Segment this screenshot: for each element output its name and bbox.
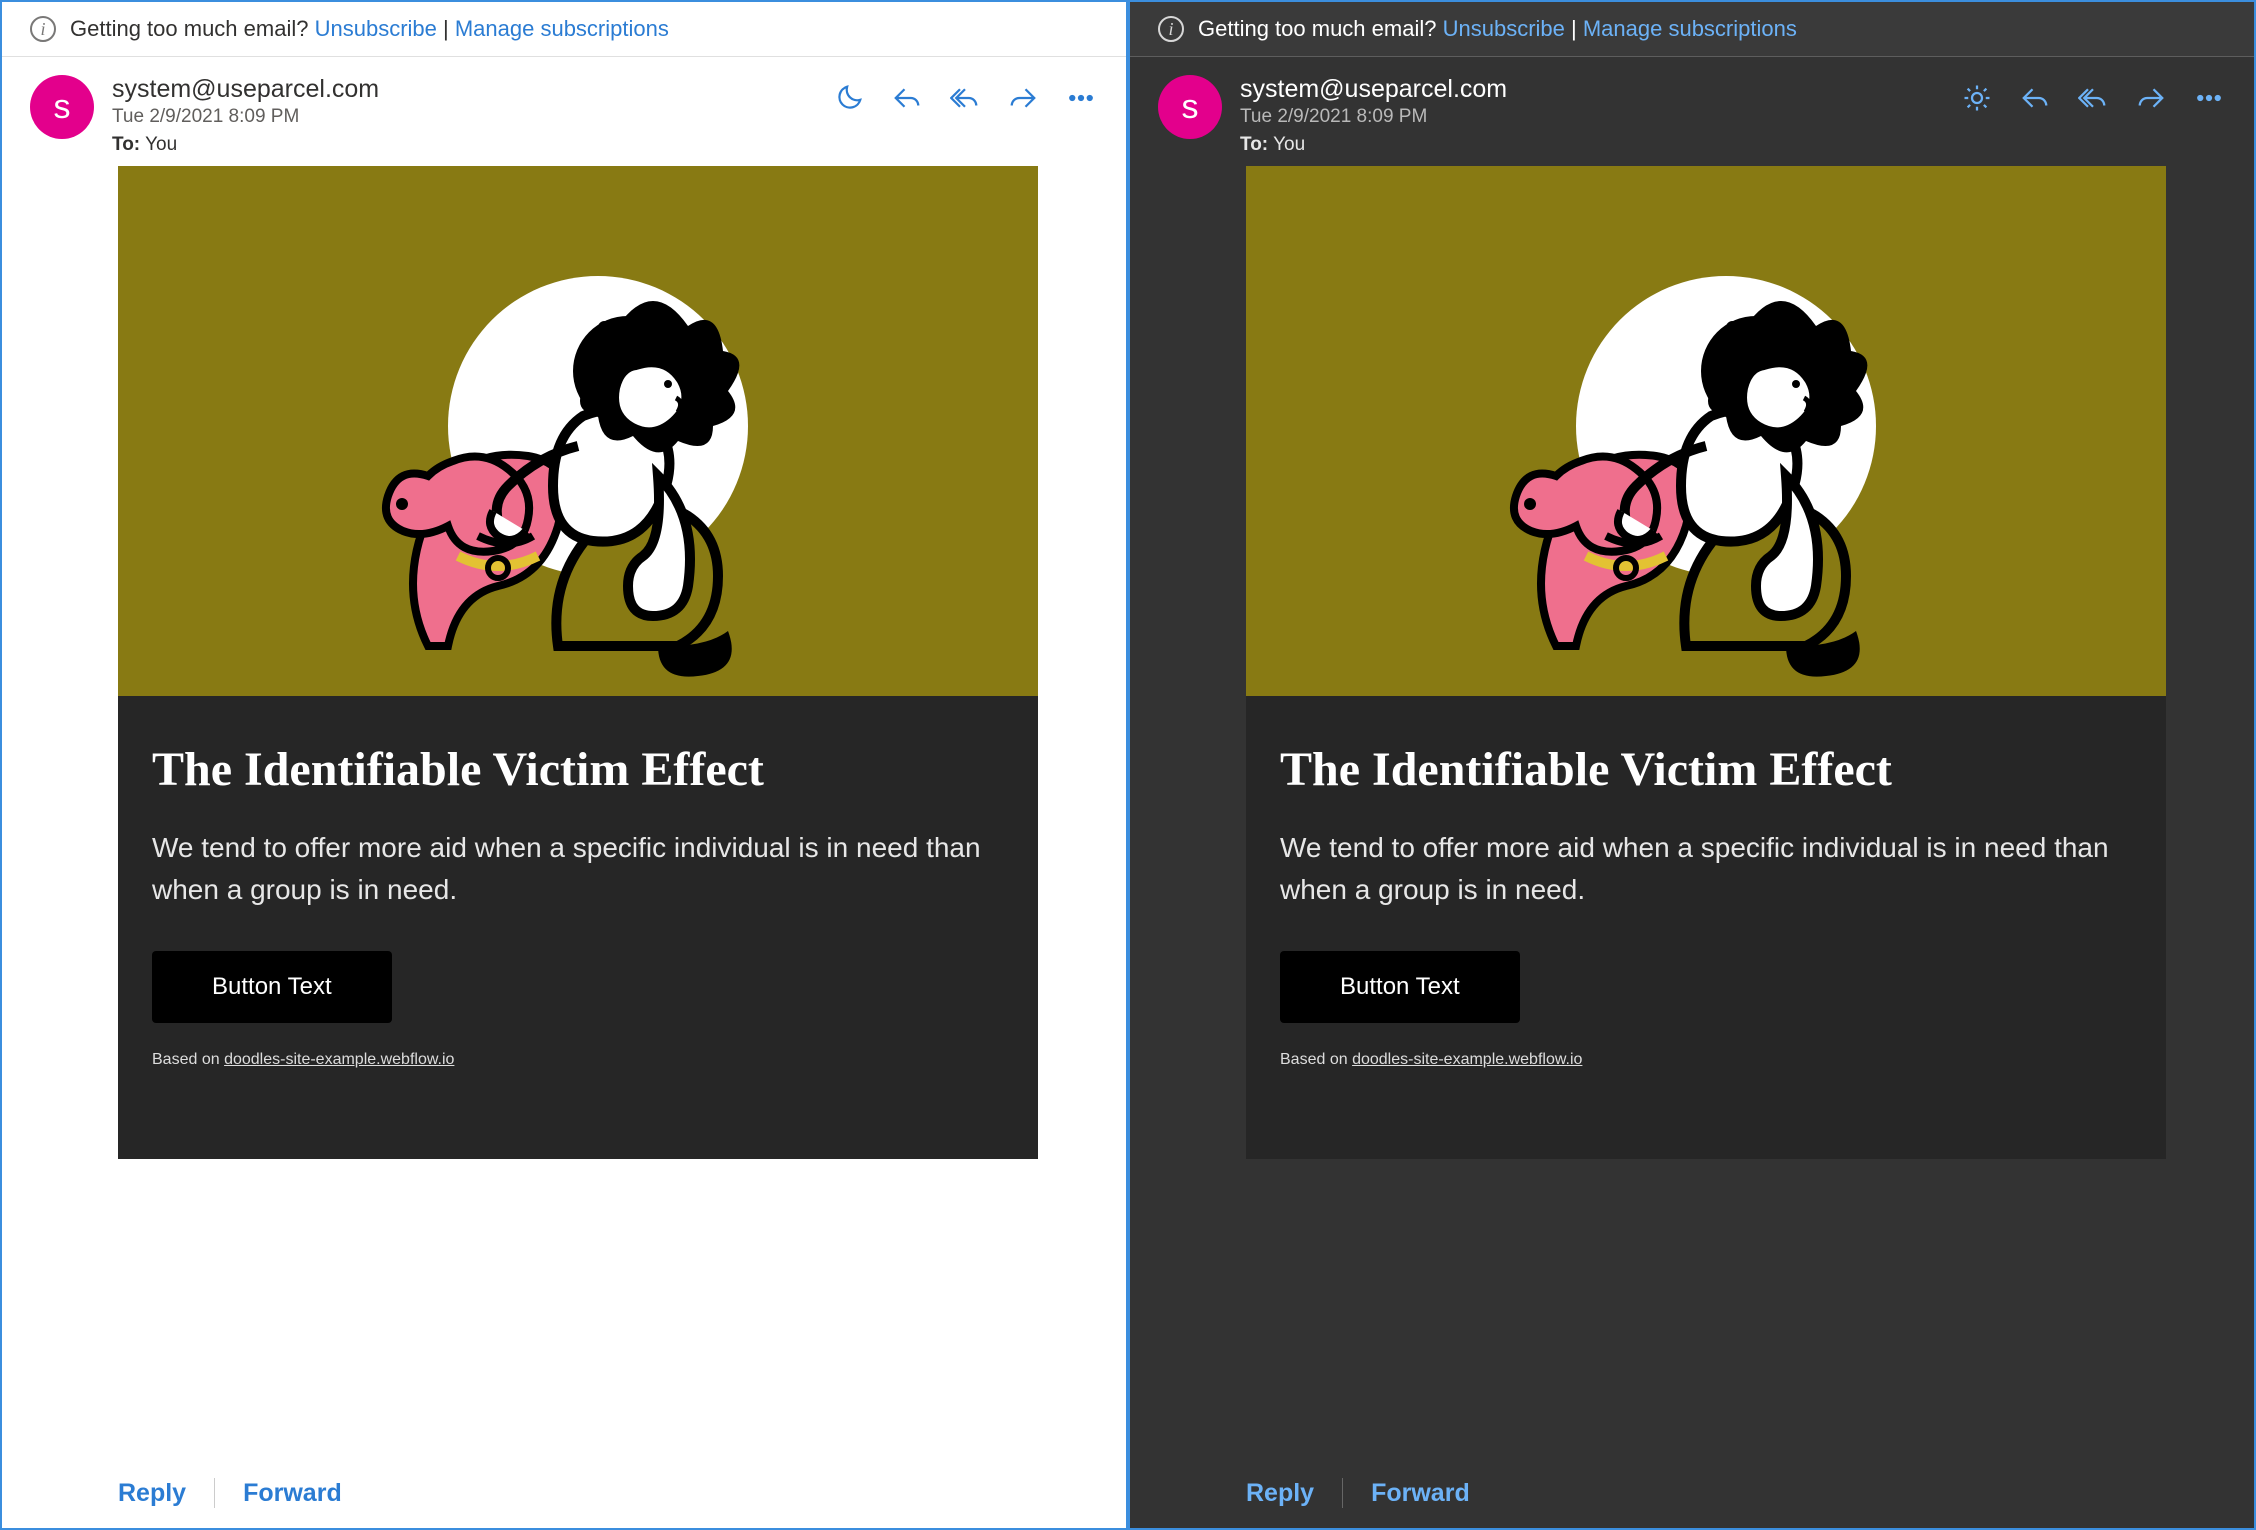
banner-prompt: Getting too much email? xyxy=(70,16,308,41)
reply-icon[interactable] xyxy=(2018,81,2052,115)
unsubscribe-link[interactable]: Unsubscribe xyxy=(1443,16,1565,41)
hero-image xyxy=(1246,166,2166,696)
info-banner: i Getting too much email? Unsubscribe | … xyxy=(1130,2,2254,57)
dark-mode-pane: i Getting too much email? Unsubscribe | … xyxy=(1128,0,2256,1530)
footer-separator xyxy=(214,1478,215,1508)
info-banner: i Getting too much email? Unsubscribe | … xyxy=(2,2,1126,57)
sent-date: Tue 2/9/2021 8:09 PM xyxy=(112,106,814,128)
forward-icon[interactable] xyxy=(1006,81,1040,115)
message-footer: Reply Forward xyxy=(1130,1448,2254,1528)
banner-separator: | xyxy=(443,16,449,41)
email-title: The Identifiable Victim Effect xyxy=(1280,742,2132,797)
manage-subscriptions-link[interactable]: Manage subscriptions xyxy=(455,16,669,41)
banner-text: Getting too much email? Unsubscribe | Ma… xyxy=(70,16,669,42)
reply-all-icon[interactable] xyxy=(948,81,982,115)
cta-button[interactable]: Button Text xyxy=(152,951,392,1023)
sender-avatar[interactable]: s xyxy=(1158,75,1222,139)
credit-link[interactable]: doodles-site-example.webflow.io xyxy=(224,1051,454,1068)
message-header: s system@useparcel.com Tue 2/9/2021 8:09… xyxy=(1130,57,2254,166)
sender-email: system@useparcel.com xyxy=(112,75,814,104)
email-content: The Identifiable Victim Effect We tend t… xyxy=(118,696,1038,1159)
footer-separator xyxy=(1342,1478,1343,1508)
header-actions xyxy=(832,75,1098,156)
manage-subscriptions-link[interactable]: Manage subscriptions xyxy=(1583,16,1797,41)
reply-button[interactable]: Reply xyxy=(1246,1479,1314,1508)
email-title: The Identifiable Victim Effect xyxy=(152,742,1004,797)
light-mode-toggle-icon[interactable] xyxy=(1960,81,1994,115)
hero-illustration xyxy=(1496,216,1916,696)
info-icon: i xyxy=(1158,16,1184,42)
credit-prefix: Based on xyxy=(1280,1051,1352,1068)
email-description: We tend to offer more aid when a specifi… xyxy=(1280,827,2132,911)
email-content: The Identifiable Victim Effect We tend t… xyxy=(1246,696,2166,1159)
to-value: You xyxy=(145,134,177,155)
sender-avatar[interactable]: s xyxy=(30,75,94,139)
forward-icon[interactable] xyxy=(2134,81,2168,115)
credit-line: Based on doodles-site-example.webflow.io xyxy=(152,1051,1004,1069)
sender-email: system@useparcel.com xyxy=(1240,75,1942,104)
light-mode-pane: i Getting too much email? Unsubscribe | … xyxy=(0,0,1128,1530)
sender-block: system@useparcel.com Tue 2/9/2021 8:09 P… xyxy=(112,75,814,156)
sender-block: system@useparcel.com Tue 2/9/2021 8:09 P… xyxy=(1240,75,1942,156)
to-value: You xyxy=(1273,134,1305,155)
forward-button[interactable]: Forward xyxy=(1371,1479,1470,1508)
to-label: To: xyxy=(1240,134,1268,155)
message-header: s system@useparcel.com Tue 2/9/2021 8:09… xyxy=(2,57,1126,166)
credit-prefix: Based on xyxy=(152,1051,224,1068)
banner-text: Getting too much email? Unsubscribe | Ma… xyxy=(1198,16,1797,42)
email-card: The Identifiable Victim Effect We tend t… xyxy=(118,166,1038,1159)
to-label: To: xyxy=(112,134,140,155)
hero-image xyxy=(118,166,1038,696)
more-actions-icon[interactable] xyxy=(1064,81,1098,115)
credit-line: Based on doodles-site-example.webflow.io xyxy=(1280,1051,2132,1069)
email-card: The Identifiable Victim Effect We tend t… xyxy=(1246,166,2166,1159)
email-body: The Identifiable Victim Effect We tend t… xyxy=(1130,166,2254,1159)
dark-mode-toggle-icon[interactable] xyxy=(832,81,866,115)
header-actions xyxy=(1960,75,2226,156)
banner-separator: | xyxy=(1571,16,1577,41)
hero-illustration xyxy=(368,216,788,696)
reply-icon[interactable] xyxy=(890,81,924,115)
forward-button[interactable]: Forward xyxy=(243,1479,342,1508)
to-line: To: You xyxy=(1240,134,1942,156)
to-line: To: You xyxy=(112,134,814,156)
cta-button[interactable]: Button Text xyxy=(1280,951,1520,1023)
more-actions-icon[interactable] xyxy=(2192,81,2226,115)
email-body: The Identifiable Victim Effect We tend t… xyxy=(2,166,1126,1159)
email-description: We tend to offer more aid when a specifi… xyxy=(152,827,1004,911)
banner-prompt: Getting too much email? xyxy=(1198,16,1436,41)
unsubscribe-link[interactable]: Unsubscribe xyxy=(315,16,437,41)
reply-all-icon[interactable] xyxy=(2076,81,2110,115)
credit-link[interactable]: doodles-site-example.webflow.io xyxy=(1352,1051,1582,1068)
sent-date: Tue 2/9/2021 8:09 PM xyxy=(1240,106,1942,128)
info-icon: i xyxy=(30,16,56,42)
reply-button[interactable]: Reply xyxy=(118,1479,186,1508)
message-footer: Reply Forward xyxy=(2,1448,1126,1528)
